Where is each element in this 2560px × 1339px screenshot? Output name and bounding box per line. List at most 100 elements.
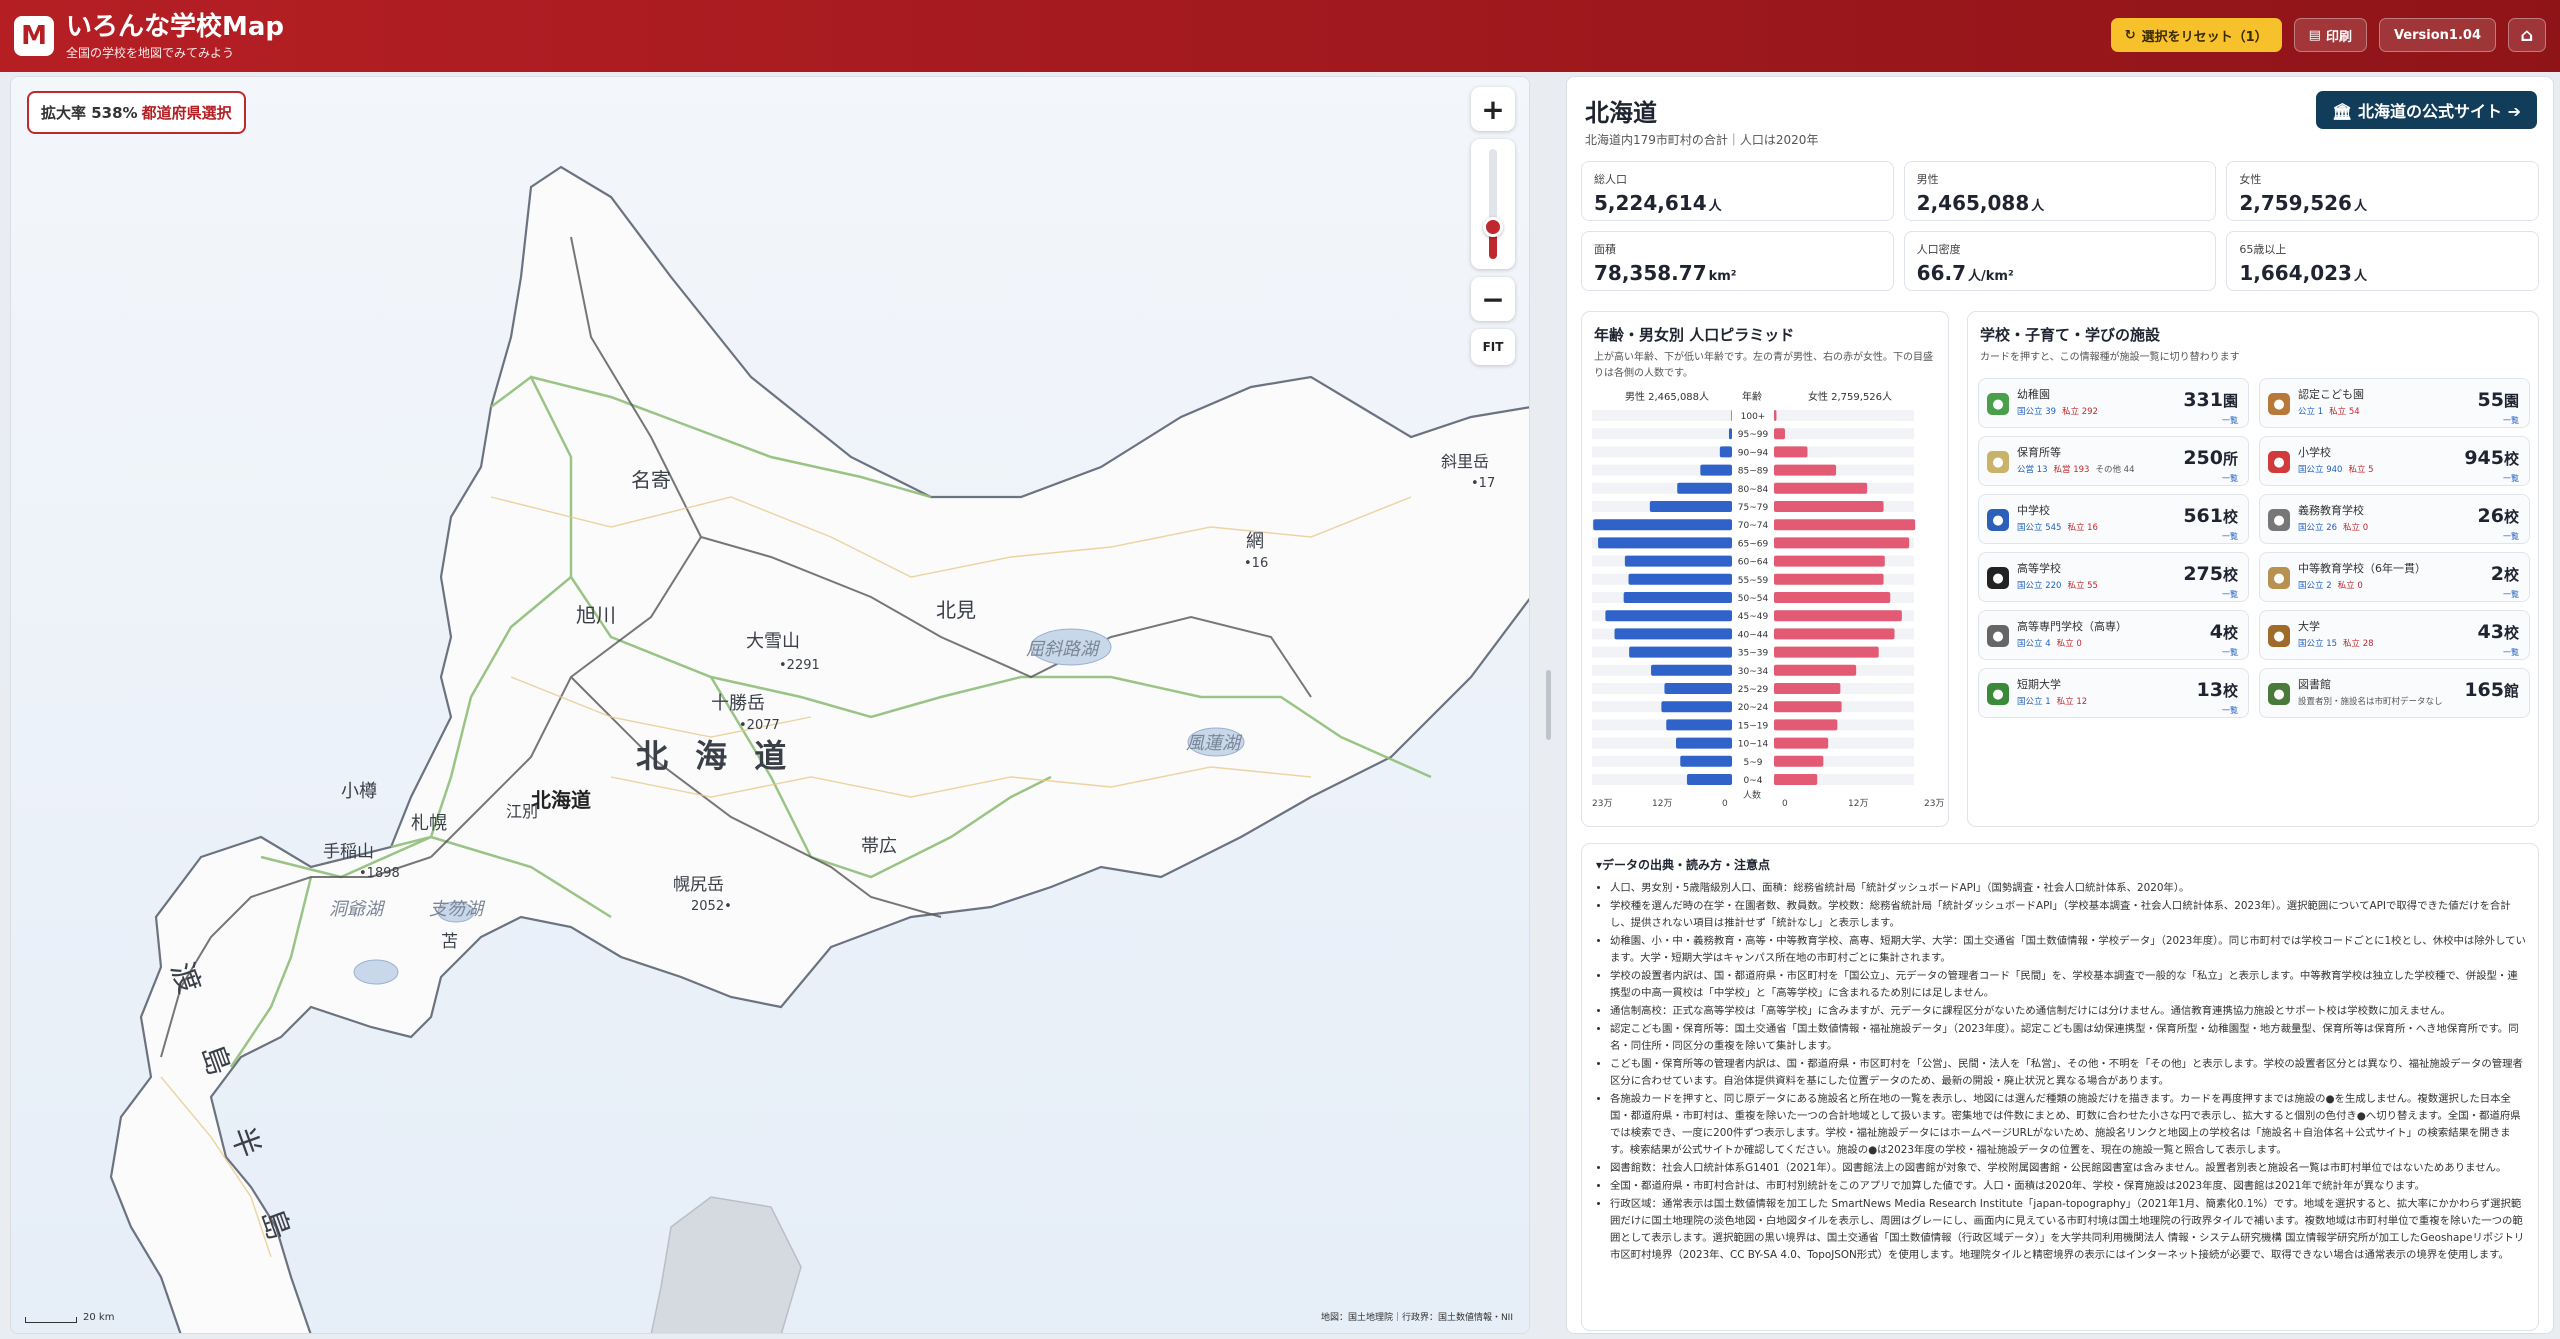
pyramid-bar-female — [1774, 519, 1916, 531]
stat-value: 78,358.77 — [1594, 261, 1707, 285]
facility-breakdown-item: 私立 5 — [2348, 465, 2374, 475]
facility-count-value: 561 — [2183, 505, 2223, 527]
pyramid-bar-female — [1774, 555, 1885, 567]
facility-count-value: 2 — [2490, 563, 2504, 585]
facility-count: 2校 — [2491, 563, 2519, 585]
pyramid-bar-female — [1774, 755, 1824, 767]
map-label-shiretoko-num: •17 — [1471, 476, 1495, 491]
notes-toggle[interactable]: ▾データの出典・読み方・注意点 — [1596, 856, 1770, 873]
print-label: 印刷 — [2325, 29, 2352, 45]
facility-count: 13校 — [2197, 679, 2238, 701]
stat-label: 総人口 — [1594, 173, 1627, 186]
zoom-slider[interactable] — [1471, 139, 1515, 269]
facilities-card: 学校・子育て・学びの施設 カードを押すと、この情報種が施設一覧に切り替わります … — [1967, 311, 2539, 827]
facility-list-link[interactable]: 一覧 — [2222, 589, 2238, 600]
facility-card[interactable]: ● 中学校 国公立 545 私立 16 561校 一覧 — [1978, 494, 2249, 544]
institution-icon: ● — [2268, 625, 2290, 647]
facility-breakdown-item: 私立 0 — [2056, 639, 2082, 649]
book-icon: ● — [1987, 509, 2009, 531]
pyramid-age-label: 35~39 — [1738, 649, 1769, 659]
pyramid-track — [1592, 410, 1732, 421]
facility-breakdown: 国公立 220 私立 55 — [2017, 579, 2098, 591]
fit-button[interactable]: FIT — [1471, 329, 1515, 365]
facility-card[interactable]: ● 認定こども園 公立 1 私立 54 55園 一覧 — [2259, 378, 2530, 428]
app-logo[interactable]: M — [14, 16, 54, 56]
hokkaido-map[interactable]: 北 海 道 北海道 名寄 旭川 北見 大雪山 •2291 十勝岳 •2077 屈… — [11, 77, 1530, 1334]
prefecture-summary: 北海道内179市町村の合計｜人口は2020年 — [1585, 133, 1819, 147]
pyramid-bar-male — [1629, 646, 1732, 658]
facility-card[interactable]: ● 幼稚園 国公立 39 私立 292 331園 一覧 — [1978, 378, 2249, 428]
facility-card[interactable]: ● 大学 国公立 15 私立 28 43校 一覧 — [2259, 610, 2530, 660]
pyramid-age-label: 15~19 — [1738, 721, 1769, 731]
facility-card[interactable]: ● 中等教育学校（6年一貫） 国公立 2 私立 0 2校 一覧 — [2259, 552, 2530, 602]
bottle-icon: ● — [1987, 451, 2009, 473]
backpack-icon: ● — [2268, 451, 2290, 473]
gear-icon: ● — [1987, 625, 2009, 647]
data-notes-card: ▾データの出典・読み方・注意点 人口、男女別・5歳階級別人口、面積：総務省統計局… — [1581, 843, 2539, 1331]
facility-count-unit: 園 — [2222, 392, 2238, 410]
facility-card[interactable]: ● 小学校 国公立 940 私立 5 945校 一覧 — [2259, 436, 2530, 486]
facility-card[interactable]: ● 保育所等 公営 13 私営 193 その他 44 250所 一覧 — [1978, 436, 2249, 486]
facility-list-link[interactable]: 一覧 — [2222, 415, 2238, 426]
facility-card[interactable]: ● 図書館 設置者別・施設名は市町村データなし 165館 — [2259, 668, 2530, 718]
facility-grid: ● 幼稚園 国公立 39 私立 292 331園 一覧 ● 認定こども園 公立 1 私立 54 55… — [1978, 378, 2530, 718]
zoom-in-button[interactable]: + — [1471, 87, 1515, 131]
print-button[interactable]: ▤ 印刷 — [2293, 18, 2367, 52]
facility-list-link[interactable]: 一覧 — [2503, 415, 2519, 426]
facility-list-link[interactable]: 一覧 — [2222, 473, 2238, 484]
pyramid-tick: 12万 — [1848, 799, 1868, 809]
pyramid-bar-male — [1605, 610, 1732, 622]
facility-card[interactable]: ● 高等学校 国公立 220 私立 55 275校 一覧 — [1978, 552, 2249, 602]
stat-unit: 人 — [1708, 199, 1722, 214]
facility-card[interactable]: ● 義務教育学校 国公立 26 私立 0 26校 一覧 — [2259, 494, 2530, 544]
reset-selection-button[interactable]: ↻ 選択をリセット（1） — [2110, 18, 2282, 52]
stat-unit: 人 — [2353, 199, 2367, 214]
note-item: 各施設カードを押すと、同じ原データにある施設名と所在地の一覧を表示し、地図には選… — [1610, 1091, 2526, 1159]
facility-list-link[interactable]: 一覧 — [2503, 647, 2519, 658]
facility-count-unit: 校 — [2222, 508, 2238, 526]
facility-list-link[interactable]: 一覧 — [2503, 531, 2519, 542]
pyramid-age-label: 65~69 — [1738, 539, 1769, 549]
home-button[interactable]: ⌂ — [2508, 18, 2546, 52]
facility-list-link[interactable]: 一覧 — [2222, 647, 2238, 658]
facility-list-link[interactable]: 一覧 — [2222, 705, 2238, 716]
facility-name: 短期大学 — [2017, 678, 2061, 691]
map-panel[interactable]: 北 海 道 北海道 名寄 旭川 北見 大雪山 •2291 十勝岳 •2077 屈… — [10, 76, 1530, 1334]
zoom-out-button[interactable]: − — [1471, 277, 1515, 321]
selection-mode-text: 都道府県選択 — [141, 104, 232, 122]
home-icon: ⌂ — [2520, 24, 2534, 46]
pyramid-bar-male — [1700, 464, 1732, 476]
facility-count: 331園 — [2183, 389, 2238, 411]
pyramid-age-label: 95~99 — [1738, 430, 1769, 440]
pyramid-bar-female — [1774, 664, 1857, 676]
facility-breakdown: 国公立 39 私立 292 — [2017, 405, 2098, 417]
zoom-slider-handle[interactable] — [1483, 217, 1503, 237]
facility-card[interactable]: ● 短期大学 国公立 1 私立 12 13校 一覧 — [1978, 668, 2249, 718]
facility-count-value: 250 — [2183, 447, 2223, 469]
pyramid-female-header: 女性 2,759,526人 — [1808, 390, 1892, 403]
facility-count-value: 945 — [2464, 447, 2504, 469]
population-pyramid-card: 年齢・男女別 人口ピラミッド 上が高い年齢、下が低い年齢です。左の青が男性、右の… — [1581, 311, 1949, 827]
pyramid-age-label: 10~14 — [1738, 740, 1769, 750]
facility-breakdown-item: 国公立 26 — [2298, 523, 2338, 533]
stat-label: 人口密度 — [1916, 243, 1961, 256]
facility-list-link[interactable]: 一覧 — [2503, 473, 2519, 484]
facility-card[interactable]: ● 高等専門学校（高専） 国公立 4 私立 0 4校 一覧 — [1978, 610, 2249, 660]
stat-density: 人口密度 66.7 人/km² — [1903, 231, 2217, 291]
facility-breakdown-item: 国公立 15 — [2298, 639, 2338, 649]
reset-icon: ↻ — [2124, 27, 2136, 43]
pyramid-age-label: 0~4 — [1744, 776, 1763, 786]
pyramid-bar-female — [1774, 737, 1829, 749]
facility-breakdown-item: 私立 54 — [2329, 407, 2360, 417]
version-button[interactable]: Version1.04 — [2378, 18, 2496, 52]
panel-resize-handle[interactable] — [1546, 670, 1551, 740]
official-site-button[interactable]: 🏛 北海道の公式サイト ➔ — [2316, 91, 2537, 129]
facility-list-link[interactable]: 一覧 — [2503, 589, 2519, 600]
pyramid-age-label: 90~94 — [1738, 448, 1769, 458]
facility-count: 43校 — [2478, 621, 2519, 643]
pyramid-age-label: 5~9 — [1744, 758, 1763, 768]
map-label-toya: 洞爺湖 — [329, 899, 386, 920]
pyramid-bar-female — [1774, 537, 1910, 549]
facility-breakdown-item: 私営 193 — [2053, 465, 2090, 475]
facility-list-link[interactable]: 一覧 — [2222, 531, 2238, 542]
